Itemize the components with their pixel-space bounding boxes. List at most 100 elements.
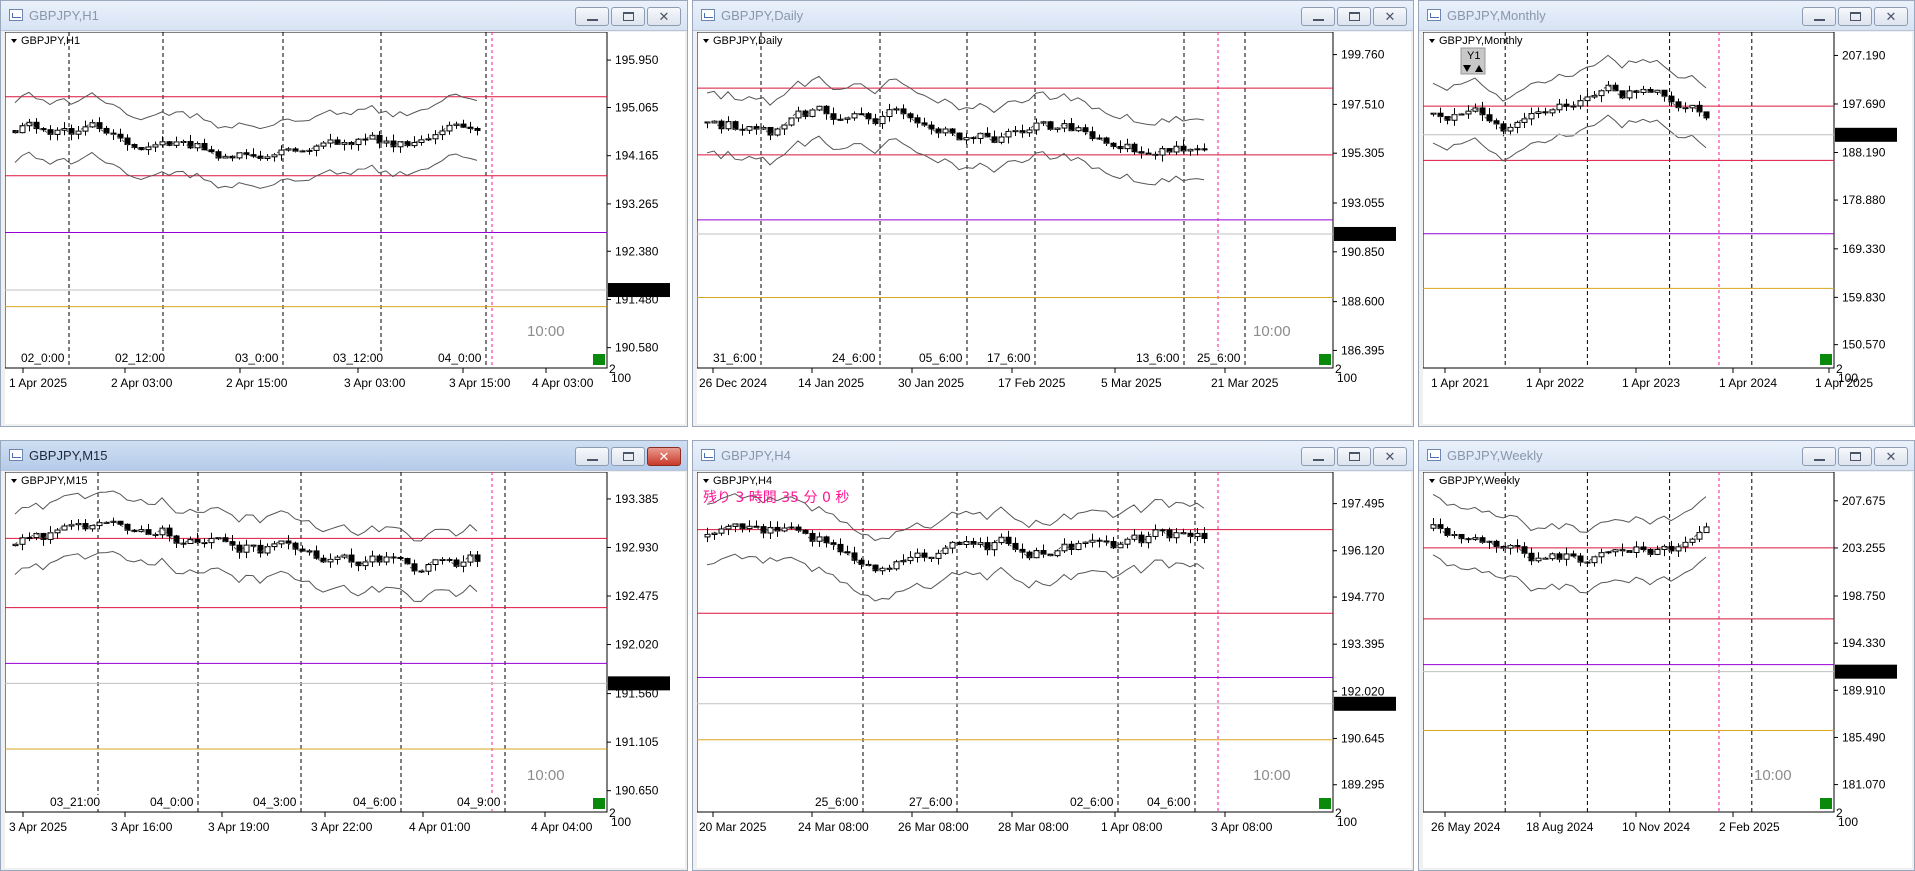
corner-mark: 100 <box>1337 815 1357 829</box>
symbol-label: GBPJPY,M15 <box>21 475 87 487</box>
minimize-button[interactable] <box>1802 7 1836 26</box>
candle-body <box>1675 101 1682 109</box>
time-tick-label: 28 Mar 08:00 <box>998 820 1069 834</box>
price-chart[interactable]: 195.950 195.065 194.165 193.265 192.380 191.4… <box>5 32 685 424</box>
candle-body <box>837 118 844 121</box>
price-tick-label: 169.330 <box>1842 242 1886 256</box>
close-button[interactable]: ✕ <box>1373 447 1407 466</box>
maximize-button[interactable] <box>1838 447 1872 466</box>
candle-body <box>1451 114 1458 121</box>
candle-body <box>1493 540 1500 547</box>
time-tick-label: 26 May 2024 <box>1431 820 1501 834</box>
candle-body <box>1584 96 1591 102</box>
maximize-icon <box>623 452 634 461</box>
chart-window-daily[interactable]: GBPJPY,Daily ✕ 199.760 197.510 195.305 193.… <box>692 0 1414 427</box>
period-separator-label: 02_6:00 <box>1070 795 1114 809</box>
candle-body <box>900 560 907 563</box>
chart-canvas[interactable]: 195.950195.065194.165193.265192.380191.4… <box>5 32 685 424</box>
time-tick-label: 1 Apr 2025 <box>9 376 67 390</box>
candle-body <box>1661 89 1668 97</box>
window-title: GBPJPY,H1 <box>29 8 99 23</box>
candle-body <box>879 116 886 125</box>
countdown-label: 10:00 <box>1754 767 1792 784</box>
chart-window-h1[interactable]: GBPJPY,H1 ✕ 195.950 195.065 194.165 193.265… <box>0 0 688 427</box>
candle-body <box>278 149 285 156</box>
chart-canvas[interactable]: 207.190 197.690 188.190 178.880 169.330 159.8… <box>1423 32 1912 424</box>
minimize-button[interactable] <box>1301 7 1335 26</box>
candle-body <box>1173 532 1180 539</box>
chart-canvas[interactable]: 197.495196.120194.770193.395192.020190.6… <box>697 472 1411 868</box>
chart-canvas[interactable]: 193.385192.930192.475192.020191.560191.1… <box>5 472 685 868</box>
price-chart[interactable]: 207.675 203.255 198.750 194.330 189.910 185.4… <box>1423 472 1912 868</box>
period-separator-label: 25_6:00 <box>815 795 859 809</box>
minimize-button[interactable] <box>575 7 609 26</box>
maximize-button[interactable] <box>611 447 645 466</box>
candle-body <box>1005 131 1012 138</box>
close-button[interactable]: ✕ <box>647 7 681 26</box>
minimize-button[interactable] <box>1802 447 1836 466</box>
window-titlebar[interactable]: GBPJPY,Monthly ✕ <box>1419 1 1914 31</box>
candle-body <box>1640 546 1647 551</box>
candle-body <box>1682 541 1689 548</box>
minimize-button[interactable] <box>575 447 609 466</box>
candle-body <box>117 520 124 525</box>
price-chart[interactable]: 207.190 197.690 188.190 178.880 169.330 159.8… <box>1423 32 1912 424</box>
window-titlebar[interactable]: GBPJPY,Weekly ✕ <box>1419 441 1914 471</box>
price-tick-label: 197.510 <box>1341 97 1385 111</box>
price-tick-label: 195.065 <box>615 100 659 114</box>
chart-window-m15[interactable]: GBPJPY,M15 ✕ 193.385 192.930 192.475 192.02… <box>0 440 688 871</box>
candle-body <box>327 558 334 563</box>
candle-body <box>243 544 250 553</box>
time-tick-label: 1 Apr 2024 <box>1719 376 1777 390</box>
chart-window-weekly[interactable]: GBPJPY,Weekly ✕ 207.675 203.255 198.750 194… <box>1418 440 1915 871</box>
price-tick-label: 178.880 <box>1842 193 1886 207</box>
plot-area <box>5 32 608 369</box>
status-indicator <box>593 354 605 365</box>
chart-window-monthly[interactable]: GBPJPY,Monthly ✕ 207.190 197.690 188.190 17… <box>1418 0 1915 427</box>
price-chart[interactable]: 199.760 197.510 195.305 193.055 190.850 188.6… <box>697 32 1411 424</box>
close-button[interactable]: ✕ <box>647 447 681 466</box>
countdown-label: 10:00 <box>1253 767 1291 784</box>
candle-body <box>844 551 851 554</box>
price-chart[interactable]: 193.385 192.930 192.475 192.020 191.560 191.1… <box>5 472 685 868</box>
price-tick-label: 197.495 <box>1341 497 1385 511</box>
candle-body <box>767 126 774 136</box>
time-tick-label: 3 Apr 2025 <box>9 820 67 834</box>
close-icon: ✕ <box>1384 449 1396 464</box>
candle-body <box>124 137 131 146</box>
minimize-button[interactable] <box>1301 447 1335 466</box>
corner-mark: 100 <box>1838 815 1858 829</box>
chart-canvas[interactable]: 199.760 197.510 195.305 193.055 190.850 188.6… <box>697 32 1411 424</box>
chart-window-icon <box>701 9 715 21</box>
candle-body <box>1047 121 1054 130</box>
candle-body <box>858 559 865 565</box>
maximize-button[interactable] <box>1838 7 1872 26</box>
candle-body <box>1180 145 1187 152</box>
countdown-label: 10:00 <box>527 323 565 340</box>
time-tick-label: 24 Mar 08:00 <box>798 820 869 834</box>
window-titlebar[interactable]: GBPJPY,H1 ✕ <box>1 1 687 31</box>
price-tick-label: 186.395 <box>1341 343 1385 357</box>
maximize-icon <box>1349 12 1360 21</box>
plot-area <box>697 32 1334 369</box>
minimize-icon <box>1313 19 1324 21</box>
price-tick-label: 196.120 <box>1341 544 1385 558</box>
price-tick-label: 150.570 <box>1842 338 1886 352</box>
price-chart[interactable]: 197.495 196.120 194.770 193.395 192.020 190.6… <box>697 472 1411 868</box>
window-titlebar[interactable]: GBPJPY,Daily ✕ <box>693 1 1413 31</box>
close-button[interactable]: ✕ <box>1874 447 1908 466</box>
countdown-label: 10:00 <box>527 767 565 784</box>
candle-body <box>47 532 54 540</box>
close-button[interactable]: ✕ <box>1874 7 1908 26</box>
maximize-icon <box>1850 452 1861 461</box>
close-button[interactable]: ✕ <box>1373 7 1407 26</box>
maximize-button[interactable] <box>1337 447 1371 466</box>
chart-canvas[interactable]: 207.675 203.255 198.750 194.330 189.910 185.4… <box>1423 472 1912 868</box>
window-titlebar[interactable]: GBPJPY,H4 ✕ <box>693 441 1413 471</box>
period-separator-label: 27_6:00 <box>909 795 953 809</box>
maximize-button[interactable] <box>611 7 645 26</box>
window-titlebar[interactable]: GBPJPY,M15 ✕ <box>1 441 687 471</box>
time-tick-label: 14 Jan 2025 <box>798 376 864 390</box>
maximize-button[interactable] <box>1337 7 1371 26</box>
chart-window-h4[interactable]: GBPJPY,H4 ✕ 197.495 196.120 194.770 193.395… <box>692 440 1414 871</box>
